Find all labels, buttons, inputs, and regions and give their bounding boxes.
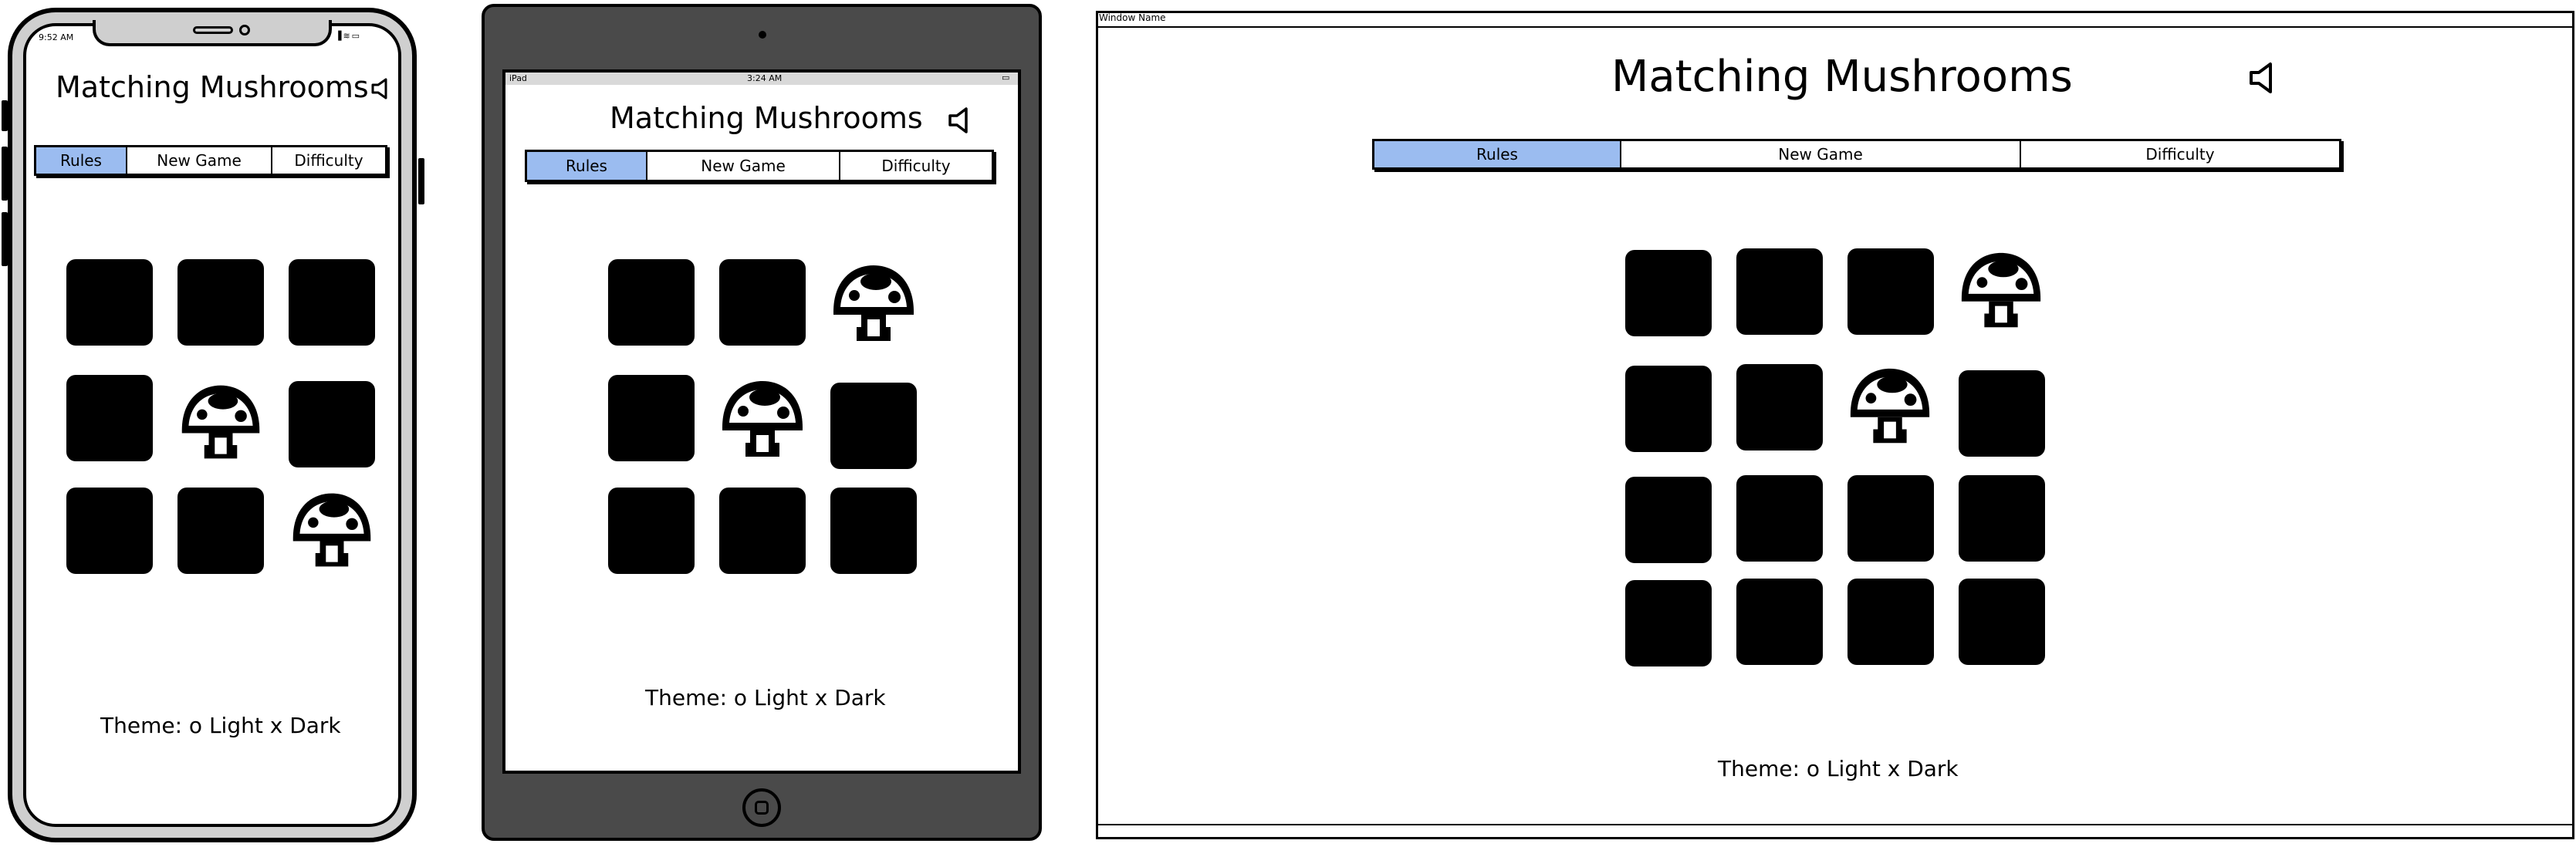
phone-volume-up — [2, 147, 8, 201]
mushroom-icon — [292, 493, 371, 567]
mushroom-icon — [181, 385, 260, 459]
phone-silent-switch — [2, 100, 8, 131]
desktop-tab-bar: Rules New Game Difficulty — [1372, 139, 2341, 170]
battery-icon: ▭ — [1002, 73, 1010, 83]
speaker-icon — [371, 78, 387, 100]
desktop-sound-toggle[interactable] — [2249, 62, 2273, 97]
card-mushroom[interactable] — [1844, 361, 1935, 452]
mushroom-icon — [722, 381, 803, 457]
phone-speaker — [193, 26, 233, 34]
card-face-down[interactable] — [608, 375, 695, 461]
desktop-window — [1096, 11, 2574, 839]
tab-new-game[interactable]: New Game — [1621, 141, 2021, 167]
mushroom-icon — [833, 265, 914, 341]
tablet-tab-bar: Rules New Game Difficulty — [525, 150, 994, 182]
tab-difficulty[interactable]: Difficulty — [840, 152, 992, 180]
tab-difficulty[interactable]: Difficulty — [2021, 141, 2339, 167]
card-face-down[interactable] — [1736, 475, 1823, 562]
card-face-down[interactable] — [719, 259, 806, 346]
card-face-down[interactable] — [830, 383, 917, 469]
tab-new-game[interactable]: New Game — [127, 147, 272, 174]
tab-rules[interactable]: Rules — [1374, 141, 1621, 167]
card-face-down[interactable] — [719, 488, 806, 574]
desktop-theme-selector[interactable]: Theme: o Light x Dark — [1718, 756, 1959, 781]
card-face-down[interactable] — [608, 488, 695, 574]
card-face-down[interactable] — [1736, 364, 1823, 450]
tablet-sound-toggle[interactable] — [948, 106, 969, 137]
phone-volume-down — [2, 212, 8, 266]
phone-power-button — [418, 158, 424, 204]
card-face-down[interactable] — [1625, 477, 1712, 563]
home-square-icon — [755, 801, 769, 815]
card-face-down[interactable] — [1736, 579, 1823, 665]
card-face-down[interactable] — [1736, 248, 1823, 335]
phone-theme-selector[interactable]: Theme: o Light x Dark — [100, 713, 341, 738]
card-face-down[interactable] — [1847, 579, 1934, 665]
card-face-down[interactable] — [1847, 475, 1934, 562]
tablet-camera — [759, 31, 766, 39]
card-face-down[interactable] — [177, 488, 264, 574]
tab-difficulty[interactable]: Difficulty — [272, 147, 385, 174]
phone-tab-bar: Rules New Game Difficulty — [34, 145, 387, 176]
card-face-down[interactable] — [1625, 580, 1712, 666]
card-mushroom[interactable] — [1956, 245, 2047, 336]
card-mushroom[interactable] — [716, 373, 809, 466]
window-bottom-rule — [1098, 824, 2572, 825]
tab-rules[interactable]: Rules — [36, 147, 127, 174]
tablet-app-title: Matching Mushrooms — [610, 101, 923, 135]
card-face-down[interactable] — [66, 375, 153, 461]
card-face-down[interactable] — [1625, 250, 1712, 336]
phone-app-title: Matching Mushrooms — [56, 70, 369, 104]
window-title-bar — [1096, 11, 2574, 28]
card-mushroom[interactable] — [827, 258, 920, 350]
card-face-down[interactable] — [1959, 579, 2045, 665]
card-face-down[interactable] — [66, 259, 153, 346]
phone-notch — [93, 20, 332, 46]
tablet-home-button[interactable] — [742, 788, 781, 827]
card-mushroom[interactable] — [176, 378, 265, 467]
phone-sound-toggle[interactable] — [370, 77, 389, 103]
card-face-down[interactable] — [1847, 248, 1934, 335]
tablet-status-device: iPad — [509, 73, 527, 83]
card-face-down[interactable] — [1625, 366, 1712, 452]
card-face-down[interactable] — [1959, 475, 2045, 562]
card-face-down[interactable] — [289, 381, 375, 467]
window-name: Window Name — [1099, 12, 1166, 23]
card-face-down[interactable] — [289, 259, 375, 346]
speaker-icon — [2250, 62, 2272, 93]
card-mushroom[interactable] — [287, 486, 377, 575]
card-face-down[interactable] — [177, 259, 264, 346]
mushroom-icon — [1961, 252, 2041, 328]
desktop-app-title: Matching Mushrooms — [1611, 52, 2073, 102]
card-face-down[interactable] — [608, 259, 695, 346]
tablet-status-time: 3:24 AM — [747, 73, 783, 83]
phone-status-icons: ▐≋▭ — [335, 31, 362, 41]
tab-rules[interactable]: Rules — [527, 152, 647, 180]
tab-new-game[interactable]: New Game — [647, 152, 840, 180]
mushroom-icon — [1850, 368, 1930, 444]
tablet-theme-selector[interactable]: Theme: o Light x Dark — [645, 685, 886, 710]
card-face-down[interactable] — [1959, 370, 2045, 457]
speaker-icon — [948, 107, 968, 133]
phone-camera — [239, 25, 250, 35]
phone-status-time: 9:52 AM — [39, 32, 74, 42]
card-face-down[interactable] — [830, 488, 917, 574]
card-face-down[interactable] — [66, 488, 153, 574]
